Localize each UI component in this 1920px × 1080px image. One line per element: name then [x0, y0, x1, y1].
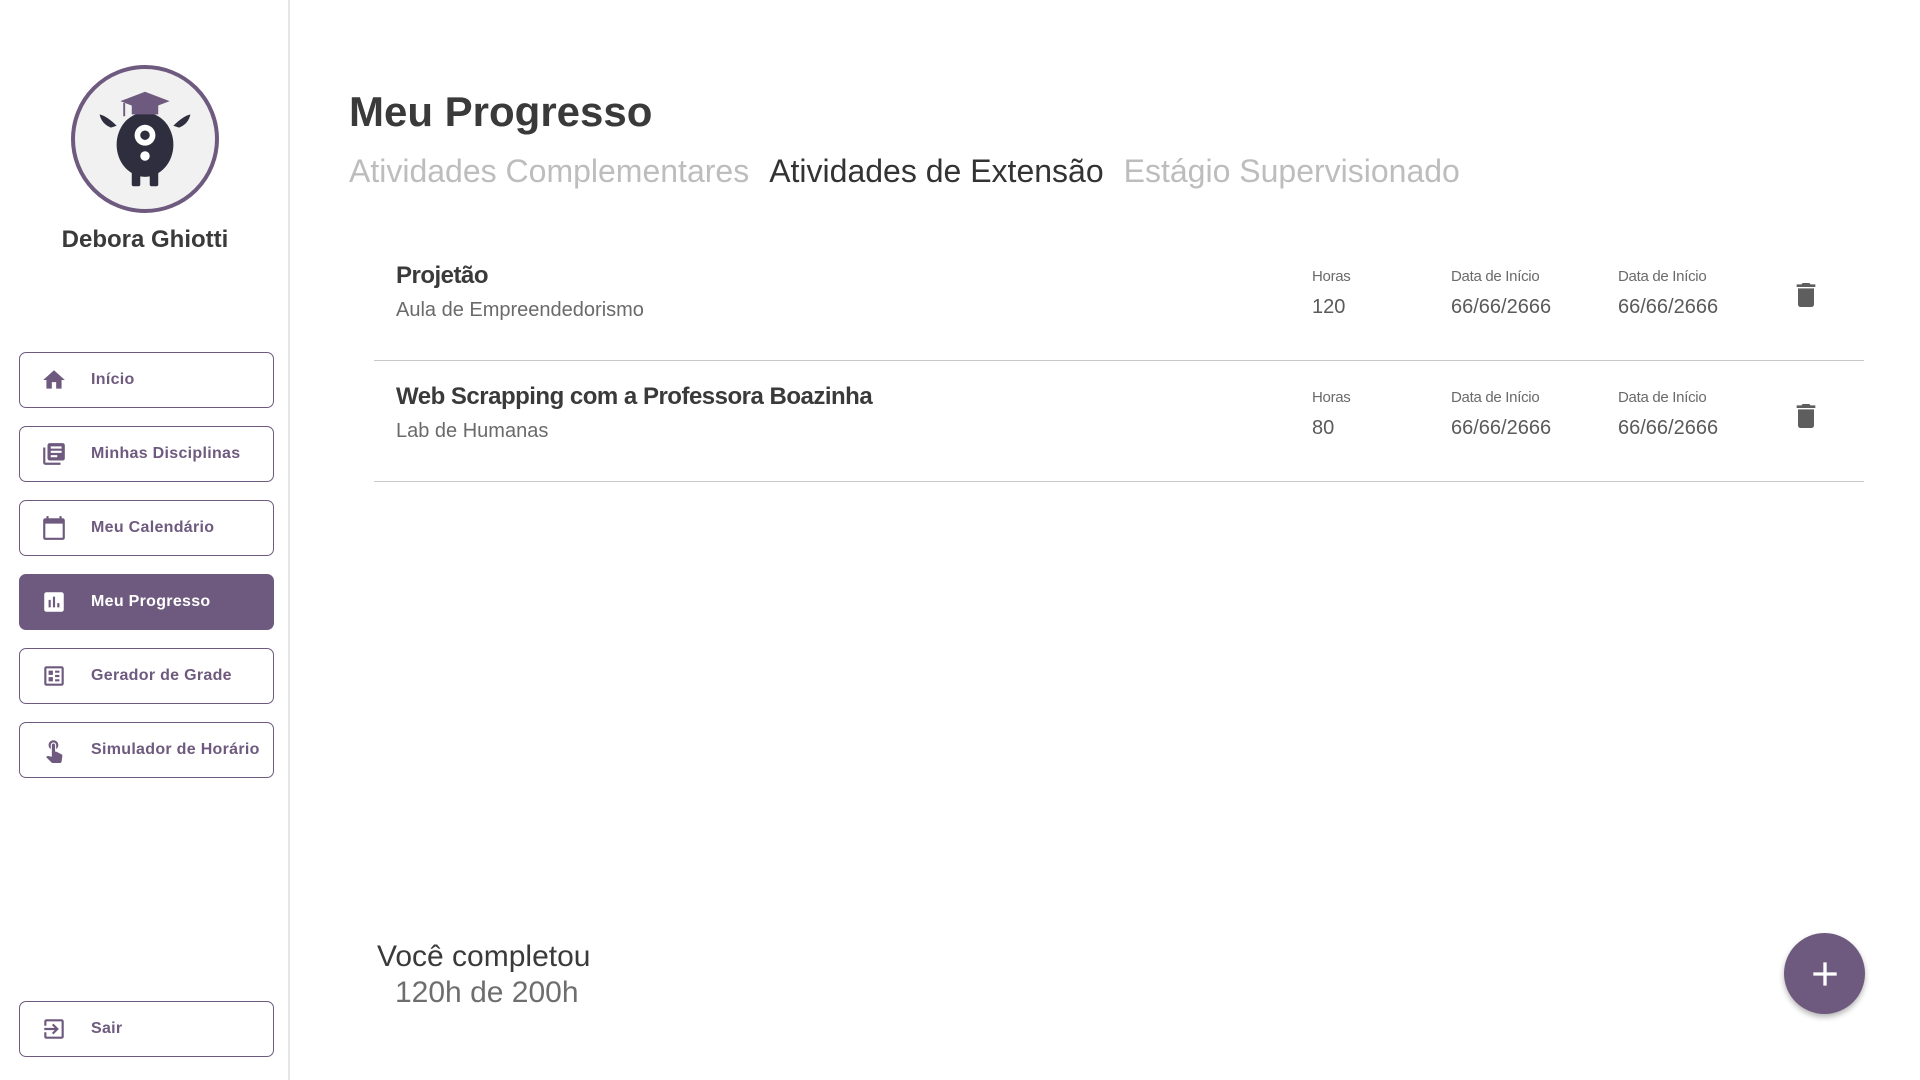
- end-date-value: 66/66/2666: [1618, 296, 1719, 318]
- delete-icon[interactable]: [1790, 279, 1822, 311]
- hours-column: Horas 120: [1312, 268, 1351, 319]
- touch-icon: [41, 737, 67, 763]
- progress-summary-value: 120h de 200h: [395, 976, 579, 1009]
- hours-value: 120: [1312, 296, 1346, 318]
- sidebar-item-meu-calendario[interactable]: Meu Calendário: [19, 500, 274, 556]
- start-date-label: Data de Início: [1451, 389, 1540, 406]
- hours-column: Horas 80: [1312, 389, 1351, 440]
- user-name: Debora Ghiotti: [61, 226, 229, 253]
- end-date-column: Data de Início 66/66/2666: [1618, 268, 1718, 319]
- mascot-icon: [99, 91, 191, 187]
- sidebar-item-minhas-disciplinas[interactable]: Minhas Disciplinas: [19, 426, 274, 482]
- sidebar: Debora Ghiotti Início Minhas Disciplinas…: [0, 0, 290, 1080]
- activity-list: Projetão Aula de Empreendedorismo Horas …: [374, 240, 1864, 482]
- hours-label: Horas: [1312, 268, 1351, 285]
- start-date-value: 66/66/2666: [1451, 417, 1552, 439]
- progress-summary-heading: Você completou: [377, 940, 591, 973]
- logout-icon: [41, 1016, 67, 1042]
- sidebar-item-inicio[interactable]: Início: [19, 352, 274, 408]
- tab-estagio-supervisionado[interactable]: Estágio Supervisionado: [1124, 153, 1460, 190]
- tab-atividades-de-extensao[interactable]: Atividades de Extensão: [769, 153, 1103, 190]
- sidebar-item-label: Meu Progresso: [91, 593, 211, 610]
- logout-button[interactable]: Sair: [19, 1001, 274, 1057]
- logout-label: Sair: [91, 1020, 123, 1037]
- activity-title: Projetão: [396, 262, 489, 289]
- start-date-label: Data de Início: [1451, 268, 1540, 285]
- sidebar-item-label: Início: [91, 371, 135, 388]
- hours-value: 80: [1312, 417, 1335, 439]
- sidebar-item-label: Meu Calendário: [91, 519, 215, 536]
- end-date-value: 66/66/2666: [1618, 417, 1719, 439]
- hours-label: Horas: [1312, 389, 1351, 406]
- add-activity-button[interactable]: [1784, 933, 1865, 1014]
- start-date-value: 66/66/2666: [1451, 296, 1552, 318]
- tab-atividades-complementares[interactable]: Atividades Complementares: [349, 153, 749, 190]
- page-title: Meu Progresso: [349, 88, 653, 135]
- sidebar-item-label: Gerador de Grade: [91, 667, 232, 684]
- end-date-label: Data de Início: [1618, 268, 1707, 285]
- plus-icon: [1812, 961, 1837, 986]
- delete-icon[interactable]: [1790, 400, 1822, 432]
- sidebar-item-simulador-de-horario[interactable]: Simulador de Horário: [19, 722, 274, 778]
- activity-title: Web Scrapping com a Professora Boazinha: [396, 383, 873, 410]
- end-date-column: Data de Início 66/66/2666: [1618, 389, 1718, 440]
- start-date-column: Data de Início 66/66/2666: [1451, 389, 1551, 440]
- grid-icon: [41, 663, 67, 689]
- sidebar-item-meu-progresso[interactable]: Meu Progresso: [19, 574, 274, 630]
- list-item: Web Scrapping com a Professora Boazinha …: [374, 361, 1864, 482]
- activity-subtitle: Aula de Empreendedorismo: [396, 299, 644, 321]
- home-icon: [41, 367, 67, 393]
- activity-subtitle: Lab de Humanas: [396, 420, 549, 442]
- start-date-column: Data de Início 66/66/2666: [1451, 268, 1551, 319]
- library-books-icon: [41, 441, 67, 467]
- sidebar-item-gerador-de-grade[interactable]: Gerador de Grade: [19, 648, 274, 704]
- chart-icon: [41, 589, 67, 615]
- end-date-label: Data de Início: [1618, 389, 1707, 406]
- sidebar-item-label: Minhas Disciplinas: [91, 445, 241, 462]
- list-item: Projetão Aula de Empreendedorismo Horas …: [374, 240, 1864, 361]
- avatar: [71, 65, 219, 213]
- calendar-icon: [41, 515, 67, 541]
- sidebar-item-label: Simulador de Horário: [91, 741, 260, 758]
- progress-summary: Você completou 120h de 200h: [377, 940, 590, 1010]
- tab-bar: Atividades Complementares Atividades de …: [349, 153, 1460, 190]
